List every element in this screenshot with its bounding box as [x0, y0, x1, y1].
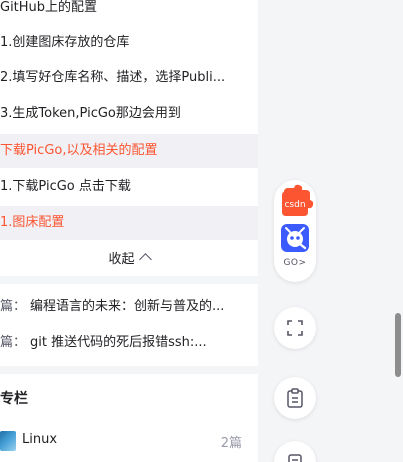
svg-text:csdn: csdn: [284, 200, 305, 210]
next-article: 篇： git 推送代码的死后报错ssh:...: [0, 326, 258, 360]
toc-collapse-label: 收起: [108, 251, 135, 267]
column-item-count: 2篇: [220, 436, 242, 451]
column-item-name: Linux: [22, 432, 58, 447]
page: GitHub上的配置 1.创建图床存放的仓库 2.填写好仓库名称、描述，选择Pu…: [0, 0, 403, 462]
toc-item-fill-repo-info[interactable]: 2.填写好仓库名称、描述，选择Publi...: [0, 61, 258, 95]
toc-item-label: 1.下载PicGo 点击下载: [0, 179, 131, 194]
fullscreen-icon: [287, 320, 303, 336]
toc-item-label: GitHub上的配置: [0, 0, 98, 15]
toc-panel: GitHub上的配置 1.创建图床存放的仓库 2.填写好仓库名称、描述，选择Pu…: [0, 0, 258, 276]
next-article-link[interactable]: git 推送代码的死后报错ssh:...: [30, 326, 242, 360]
column-title: 专栏: [0, 391, 28, 407]
prev-article: 篇： 编程语言的未来：创新与普及的...: [0, 290, 258, 324]
prev-article-prefix: 篇：: [0, 299, 27, 314]
toc-item-label: 下载PicGo,以及相关的配置: [0, 143, 158, 158]
toc-collapse-button[interactable]: 收起: [0, 240, 258, 274]
document-button[interactable]: [274, 441, 316, 462]
column-thumbnail: [0, 431, 16, 451]
toc-item-label: 1.图床配置: [0, 215, 65, 230]
toc-item-image-host-config[interactable]: 1.图床配置: [0, 206, 258, 240]
document-icon: [288, 454, 302, 462]
toc-item-download-picgo[interactable]: 1.下载PicGo 点击下载: [0, 170, 258, 204]
toc-item-generate-token[interactable]: 3.生成Token,PicGo那边会用到: [0, 97, 258, 131]
article-nav: 篇： 编程语言的未来：创新与普及的... 篇： git 推送代码的死后报错ssh…: [0, 284, 258, 366]
column-panel: 专栏 Linux 2篇: [0, 374, 258, 462]
column-item[interactable]: Linux 2篇: [0, 428, 258, 454]
toc-item-label: 3.生成Token,PicGo那边会用到: [0, 106, 181, 121]
csdn-logo-icon: csdn: [282, 184, 314, 216]
toc-item-github-config[interactable]: GitHub上的配置: [0, 0, 258, 25]
go-robot-icon: [281, 224, 309, 252]
page-scrollbar-thumb[interactable]: [395, 313, 401, 377]
chevron-up-icon: [138, 253, 152, 266]
toc-item-create-repo[interactable]: 1.创建图床存放的仓库: [0, 26, 258, 60]
csdn-go-icons: csdn: [281, 184, 314, 252]
clipboard-button[interactable]: [274, 377, 316, 419]
next-article-prefix: 篇：: [0, 335, 27, 350]
toc-item-label: 2.填写好仓库名称、描述，选择Publi...: [0, 70, 226, 85]
fullscreen-button[interactable]: [274, 307, 316, 349]
toc-item-download-picgo-config[interactable]: 下载PicGo,以及相关的配置: [0, 134, 258, 168]
csdn-go-widget[interactable]: csdn GO>: [274, 180, 316, 282]
clipboard-icon: [287, 388, 303, 408]
prev-article-link[interactable]: 编程语言的未来：创新与普及的...: [30, 290, 242, 324]
go-label: GO>: [283, 258, 307, 268]
toc-item-label: 1.创建图床存放的仓库: [0, 35, 130, 50]
